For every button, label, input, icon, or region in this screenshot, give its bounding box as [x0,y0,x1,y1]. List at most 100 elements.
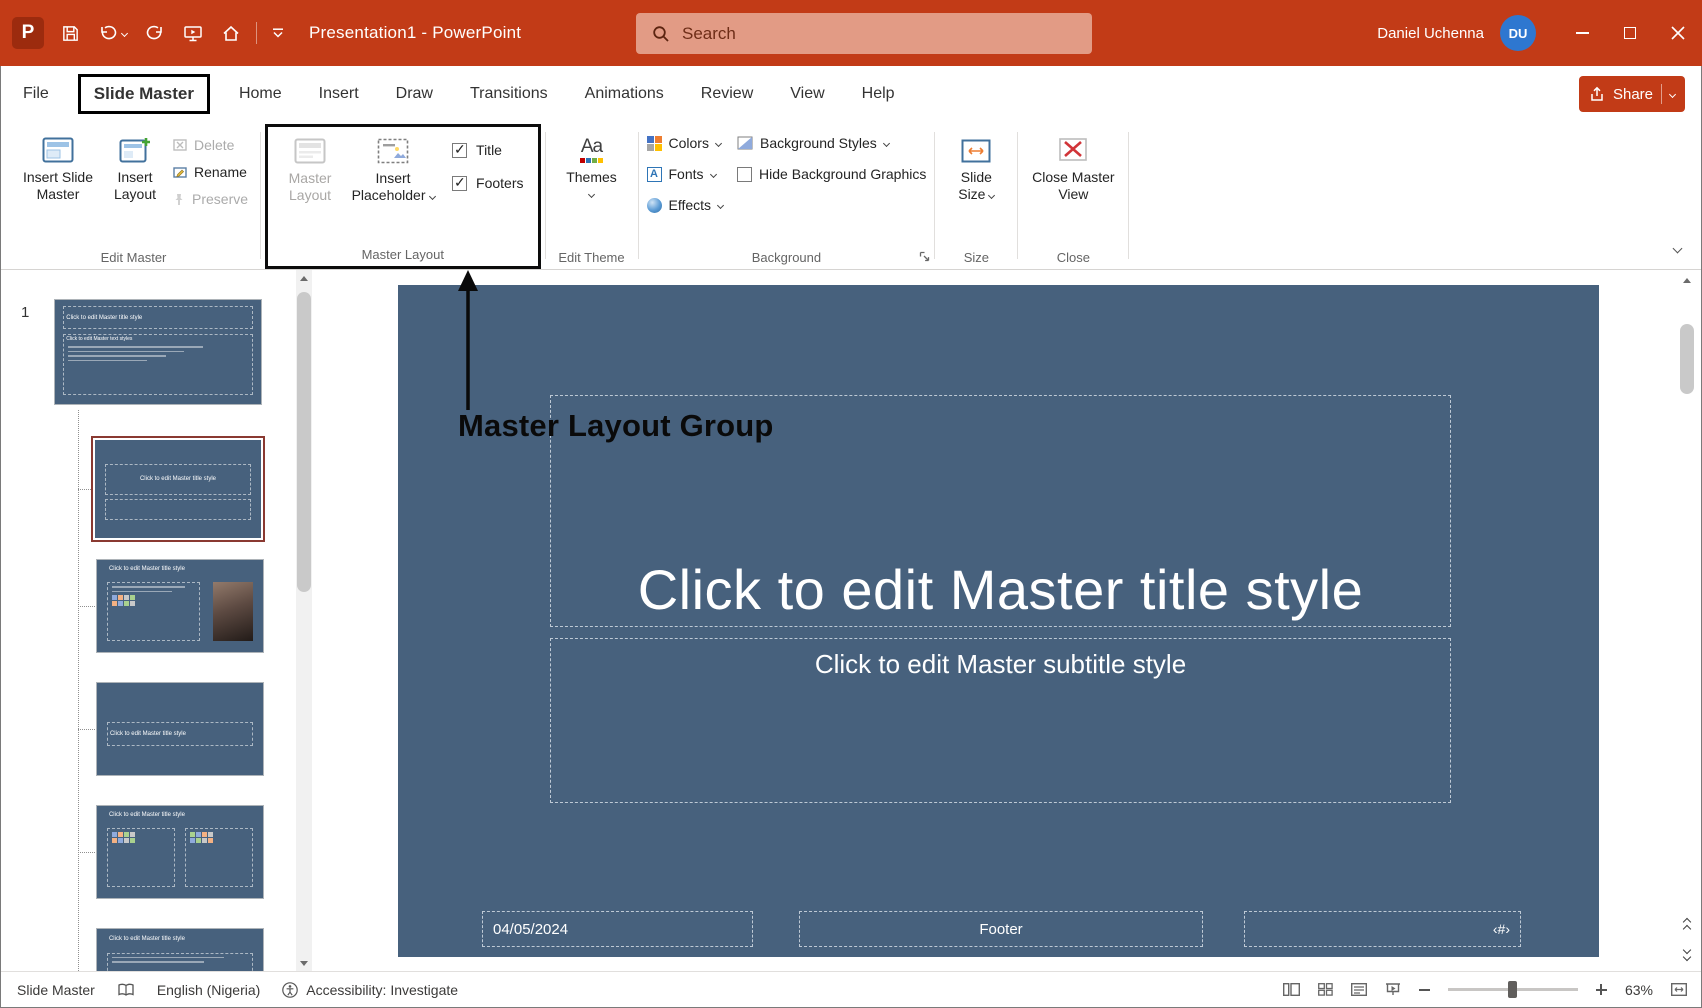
customize-quick-access-button[interactable] [263,13,293,53]
user-name[interactable]: Daniel Uchenna [1377,25,1484,42]
themes-button[interactable]: Aa Themes [554,128,630,199]
avatar[interactable]: DU [1500,15,1536,51]
redo-button[interactable] [136,13,174,53]
group-label-size: Size [943,245,1009,269]
thumbnail-scrollbar-thumb[interactable] [297,292,311,592]
maximize-button[interactable] [1606,0,1654,66]
slide-size-dropdown-icon[interactable] [988,191,995,198]
date-placeholder[interactable]: 04/05/2024 [482,911,753,947]
tab-insert[interactable]: Insert [319,85,359,103]
slide-number-placeholder[interactable]: ‹#› [1244,911,1521,947]
dialog-launcher-icon [919,251,930,262]
thumbnail-tree-line [78,410,79,971]
thumbnail-layout-2[interactable]: Click to edit Master title style [97,560,263,652]
zoom-level[interactable]: 63% [1625,982,1653,998]
home-button[interactable] [212,13,250,53]
undo-button[interactable] [89,13,136,53]
ribbon-group-size: Slide Size Size [937,126,1015,269]
master-layout-icon [294,134,326,164]
zoom-out-button[interactable] [1419,989,1430,991]
qat-divider [256,22,257,44]
share-button[interactable]: Share [1579,76,1685,112]
canvas-scrollbar-thumb[interactable] [1680,324,1694,394]
next-slide-button[interactable] [1679,941,1695,965]
scroll-down-arrow[interactable] [296,955,312,971]
tab-view[interactable]: View [790,85,824,103]
thumbnail-layout-1-selected[interactable]: Click to edit Master title style [91,436,265,542]
fit-to-window-button[interactable] [1671,983,1687,996]
subtitle-placeholder[interactable]: Click to edit Master subtitle style [550,638,1451,803]
background-styles-button[interactable]: Background Styles [737,135,926,151]
share-dropdown-icon[interactable] [1669,90,1676,97]
tab-review[interactable]: Review [701,85,753,103]
normal-view-button[interactable] [1283,983,1300,996]
zoom-slider-thumb[interactable] [1508,981,1517,998]
reading-view-icon [1351,983,1367,996]
title-placeholder[interactable]: Click to edit Master title style [550,395,1451,627]
save-button[interactable] [52,13,89,53]
collapse-ribbon-button[interactable] [1674,239,1681,257]
thumbnail-layout-4[interactable]: Click to edit Master title style [97,806,263,898]
tab-home[interactable]: Home [239,85,282,103]
reading-view-button[interactable] [1351,983,1367,996]
slide-sorter-view-button[interactable] [1318,983,1333,996]
themes-icon: Aa [580,133,603,163]
minimize-button[interactable] [1558,0,1606,66]
undo-dropdown-icon[interactable] [121,29,128,36]
scroll-up-arrow[interactable] [296,270,312,286]
group-label-close: Close [1026,245,1120,269]
close-master-view-button[interactable]: Close Master View [1026,128,1120,204]
title-checkbox[interactable] [452,143,467,158]
hide-background-graphics-checkbox[interactable] [737,167,752,182]
colors-button[interactable]: Colors [647,135,724,151]
hide-background-graphics-row[interactable]: Hide Background Graphics [737,166,926,182]
previous-slide-button[interactable] [1679,913,1695,937]
thumbnail-master[interactable]: Click to edit Master title style Click t… [55,300,261,404]
insert-placeholder-button[interactable]: Insert Placeholder [346,129,440,205]
insert-placeholder-dropdown-icon[interactable] [428,192,435,199]
search-box[interactable] [636,13,1092,54]
footers-checkbox-row[interactable]: Footers [452,175,523,191]
footers-checkbox[interactable] [452,176,467,191]
tab-help[interactable]: Help [862,85,895,103]
rename-button[interactable]: Rename [173,164,248,180]
background-dialog-launcher[interactable] [919,250,930,265]
footer-placeholder[interactable]: Footer [799,911,1203,947]
thumbnail-scrollbar[interactable] [296,270,312,971]
statusbar-view-name[interactable]: Slide Master [17,982,95,998]
slide-number-label: 1 [21,304,29,321]
spellcheck-button[interactable] [117,983,135,997]
canvas-scroll-up-arrow[interactable] [1679,272,1695,288]
tab-transitions[interactable]: Transitions [470,85,548,103]
powerpoint-logo-icon[interactable]: P [12,17,44,49]
tab-animations[interactable]: Animations [585,85,664,103]
slideshow-view-button[interactable] [1385,983,1401,996]
slide-size-button[interactable]: Slide Size [943,128,1009,204]
title-checkbox-row[interactable]: Title [452,142,523,158]
thumbnail-layout-5[interactable]: Click to edit Master title style [97,929,263,971]
group-label-edit-master: Edit Master [15,245,252,269]
canvas-scrollbar[interactable] [1679,272,1695,969]
start-slideshow-button[interactable] [174,13,212,53]
tab-file[interactable]: File [23,85,49,103]
search-input[interactable] [682,24,1080,44]
zoom-slider[interactable] [1448,988,1578,991]
insert-slide-master-button[interactable]: Insert Slide Master [15,128,101,204]
language-button[interactable]: English (Nigeria) [157,982,260,998]
themes-dropdown-icon[interactable] [588,190,595,197]
insert-layout-button[interactable]: Insert Layout [103,128,167,204]
slide-editing-surface[interactable]: Click to edit Master title style Click t… [398,285,1599,957]
accessibility-button[interactable]: Accessibility: Investigate [282,982,458,998]
zoom-in-button[interactable] [1596,984,1607,995]
delete-button: Delete [173,137,248,153]
tab-slide-master[interactable]: Slide Master [78,74,210,114]
fonts-icon: A [647,167,662,182]
group-label-master-layout: Master Layout [276,242,529,266]
collapse-ribbon-icon [1673,244,1683,254]
thumbnail-layout-3[interactable]: Click to edit Master title style [97,683,263,775]
close-window-button[interactable] [1654,0,1702,66]
effects-button[interactable]: Effects [647,197,724,213]
slideshow-icon [1385,983,1401,996]
fonts-button[interactable]: A Fonts [647,166,724,182]
tab-draw[interactable]: Draw [396,85,433,103]
